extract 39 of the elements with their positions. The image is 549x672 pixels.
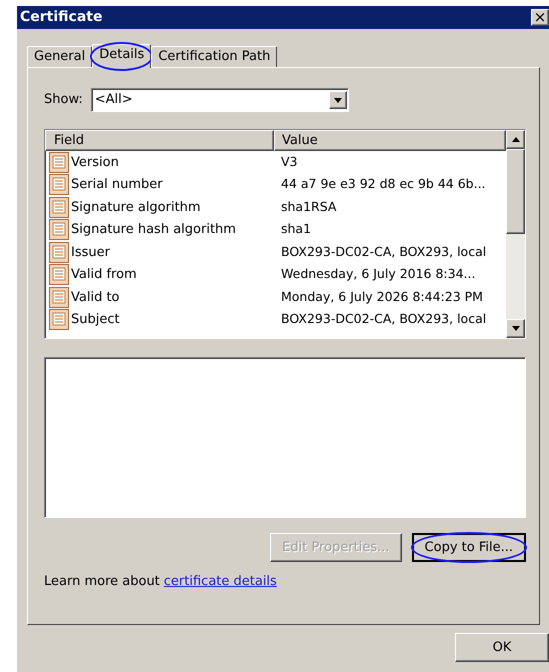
document-icon [49,264,69,286]
window-title: Certificate [20,8,102,27]
tab[interactable]: Details [92,44,152,68]
table-cell-text: Issuer [71,244,110,262]
table-cell-text: Monday, 6 July 2026 8:44:23 PM [280,288,483,306]
table-cell-text: Valid to [71,288,120,306]
action-button[interactable]: Copy to File... [412,533,526,562]
table-cell-text: Subject [71,311,120,329]
tab[interactable]: General [27,46,92,67]
column-header[interactable]: Field [45,130,274,151]
show-label: Show: [44,91,83,110]
table-cell-text: Serial number [71,176,163,194]
document-icon [49,152,69,173]
table-cell-text: sha1RSA [280,198,336,216]
scrollbar[interactable] [506,130,525,338]
table-cell-text: V3 [280,152,298,171]
learn-more-text: Learn more about [44,573,160,591]
scroll-thumb[interactable] [506,149,525,234]
table-cell-text: Valid from [71,266,137,284]
column-header[interactable]: Value [274,130,506,151]
close-button[interactable]: × [531,9,549,26]
document-icon [49,242,69,263]
document-icon [49,219,69,240]
table-cell-text: 44 a7 9e e3 92 d8 ec 9b 44 6b... [280,175,486,194]
table-cell-text: sha1 [280,220,312,238]
certificate-details-link[interactable]: certificate details [164,572,277,592]
ok-button[interactable]: OK [455,633,549,662]
document-icon [49,286,69,308]
document-icon [49,174,69,196]
table-cell-text: Version [71,154,119,172]
table-cell-text: Signature algorithm [71,198,201,216]
table-cell-text: BOX293-DC02-CA, BOX293, local [280,310,486,328]
table-cell-text: BOX293-DC02-CA, BOX293, local [280,242,486,261]
document-icon [49,309,69,330]
table-cell-text: Signature hash algorithm [71,221,236,239]
show-dropdown[interactable]: <All> [90,88,349,112]
tab[interactable]: Certification Path [151,46,278,67]
document-icon [49,196,69,218]
table-cell-text: Wednesday, 6 July 2016 8:34... [280,265,476,284]
